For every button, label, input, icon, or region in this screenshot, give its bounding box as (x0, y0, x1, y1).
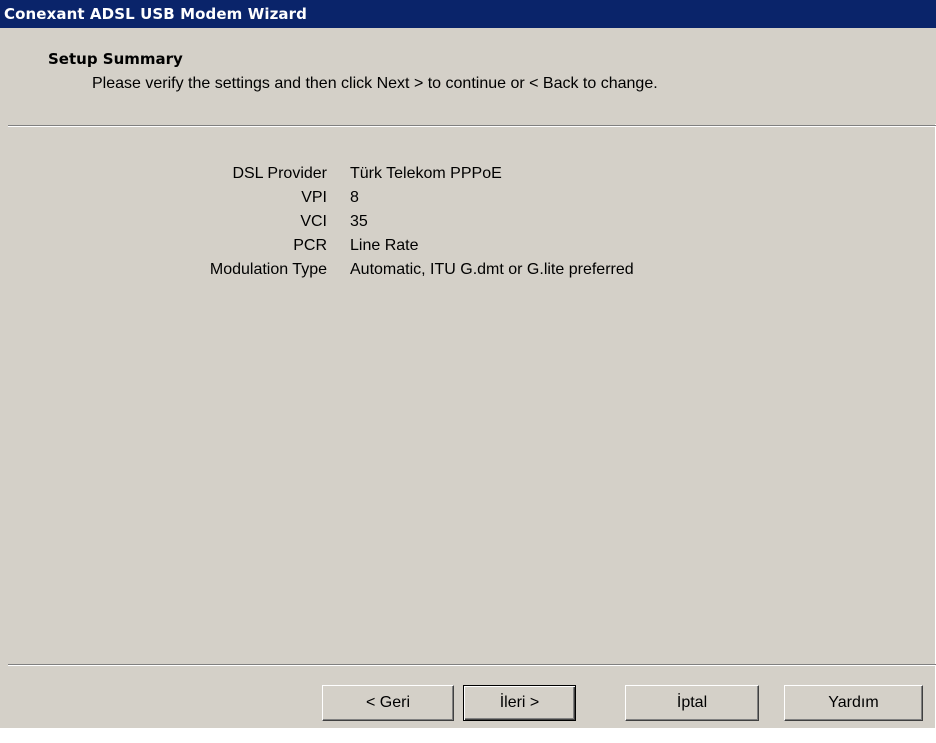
page-subtitle: Please verify the settings and then clic… (92, 75, 658, 92)
summary-label: VPI (301, 189, 327, 206)
window-title: Conexant ADSL USB Modem Wizard (4, 5, 307, 23)
wizard-header: Setup Summary Please verify the settings… (0, 28, 936, 124)
summary-row-vci: VCI 35 (0, 213, 936, 237)
help-button[interactable]: Yardım (784, 685, 923, 721)
back-button[interactable]: < Geri (322, 685, 454, 721)
summary-value: 8 (350, 189, 359, 206)
summary-label: PCR (293, 237, 327, 254)
summary-value: Automatic, ITU G.dmt or G.lite preferred (350, 261, 634, 278)
wizard-window: Conexant ADSL USB Modem Wizard Setup Sum… (0, 0, 936, 728)
footer-divider-highlight (8, 665, 936, 666)
summary-row-vpi: VPI 8 (0, 189, 936, 213)
summary-value: Line Rate (350, 237, 419, 254)
summary-label: VCI (300, 213, 327, 230)
summary-row-modulation-type: Modulation Type Automatic, ITU G.dmt or … (0, 261, 936, 285)
summary-value: 35 (350, 213, 368, 230)
summary-row-dsl-provider: DSL Provider Türk Telekom PPPoE (0, 165, 936, 189)
summary-value: Türk Telekom PPPoE (350, 165, 502, 182)
title-bar[interactable]: Conexant ADSL USB Modem Wizard (0, 0, 936, 28)
summary-label: Modulation Type (209, 261, 327, 278)
header-divider-highlight (8, 126, 936, 127)
cancel-button[interactable]: İptal (625, 685, 759, 721)
summary-label: DSL Provider (232, 165, 327, 182)
page-title: Setup Summary (48, 50, 183, 68)
summary-row-pcr: PCR Line Rate (0, 237, 936, 261)
next-button[interactable]: İleri > (463, 685, 576, 721)
